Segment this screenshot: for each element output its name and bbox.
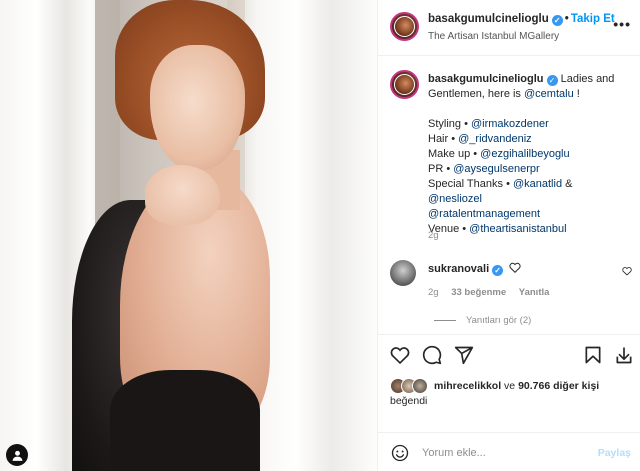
user-tags-icon[interactable] — [6, 444, 28, 466]
post-comment-button[interactable]: Paylaş — [598, 447, 631, 459]
comment-user-line: sukranovali ✓ — [428, 262, 521, 276]
reply-button[interactable]: Yanıtla — [519, 287, 550, 298]
dress-lower — [110, 370, 260, 471]
mention-link[interactable]: @ratalentmanagement — [428, 208, 540, 220]
likes-suffix: beğendi — [390, 395, 428, 407]
likes-count[interactable]: 90.766 diğer kişi — [518, 380, 599, 392]
credit-line: Styling • @irmakozdener — [428, 118, 549, 130]
special-thanks-line: Special Thanks • @kanatlid & @nesliozel — [428, 178, 573, 205]
verified-icon: ✓ — [492, 265, 504, 276]
view-replies-button[interactable]: Yanıtları gör (2) — [434, 315, 531, 326]
comment-bar: Paylaş — [378, 432, 640, 471]
caption-text-end: ! — [576, 88, 580, 100]
location[interactable]: The Artisan Istanbul MGallery — [428, 31, 559, 42]
mention-link[interactable]: @_ridvandeniz — [458, 133, 532, 145]
venue-line: Venue • @theartisanistanbul — [428, 223, 567, 235]
comment-like-icon[interactable] — [622, 266, 632, 276]
comment-username[interactable]: sukranovali — [428, 263, 489, 275]
comment-meta: 2g 33 beğenme Yanıtla — [428, 287, 559, 298]
view-replies-label: Yanıtları gör (2) — [466, 315, 532, 326]
likes-summary: mihrecelikkol ve 90.766 diğer kişi beğen… — [390, 376, 635, 408]
save-icon[interactable] — [583, 345, 603, 365]
likes-text: mihrecelikkol ve 90.766 diğer kişi beğen… — [390, 379, 634, 407]
credit-line: Make up • @ezgihalilbeyoglu — [428, 148, 570, 160]
caption: basakgumulcinelioglu ✓ Ladies and Gentlem… — [428, 72, 628, 237]
comment-avatar[interactable] — [390, 260, 416, 286]
share-icon[interactable] — [454, 345, 474, 365]
hand — [145, 165, 220, 225]
face — [150, 45, 245, 170]
post-sidebar: basakgumulcinelioglu ✓ • Takip Et The Artis… — [377, 0, 640, 471]
liker-avatar[interactable] — [412, 378, 428, 394]
comment-likes[interactable]: 33 beğenme — [451, 287, 506, 298]
post-photo[interactable] — [0, 0, 377, 471]
comment-time[interactable]: 2g — [428, 287, 439, 298]
follow-button[interactable]: Takip Et — [571, 13, 615, 25]
separator-dot: • — [564, 13, 569, 25]
header-user-line: basakgumulcinelioglu ✓ • Takip Et — [428, 13, 615, 26]
divider — [434, 320, 456, 321]
verified-icon: ✓ — [546, 75, 558, 86]
heart-icon — [509, 262, 521, 273]
download-icon[interactable] — [614, 345, 634, 365]
action-bar — [378, 334, 640, 374]
comment-icon[interactable] — [422, 345, 442, 365]
likes-connector: ve — [504, 380, 516, 392]
verified-icon: ✓ — [551, 15, 563, 26]
avatar[interactable] — [390, 12, 419, 41]
mention-link[interactable]: @aysegulsenerpr — [453, 163, 539, 175]
emoji-icon[interactable] — [391, 444, 409, 462]
heart-icon[interactable] — [390, 345, 410, 365]
mention-link[interactable]: @cemtalu — [524, 88, 574, 100]
liker-username[interactable]: mihrecelikkol — [434, 380, 501, 392]
mention-link[interactable]: @ezgihalilbeyoglu — [480, 148, 569, 160]
special-thanks-line-2: @ratalentmanagement — [428, 207, 628, 222]
post-header: basakgumulcinelioglu ✓ • Takip Et The Artis… — [378, 0, 640, 56]
header-username[interactable]: basakgumulcinelioglu — [428, 13, 549, 25]
mention-link[interactable]: @irmakozdener — [471, 118, 549, 130]
mention-link[interactable]: @kanatlid — [513, 178, 562, 190]
comment-input[interactable] — [422, 444, 592, 462]
mention-link[interactable]: @nesliozel — [428, 193, 482, 205]
more-icon[interactable]: ••• — [613, 16, 631, 32]
credit-line: Hair • @_ridvandeniz — [428, 133, 532, 145]
caption-username[interactable]: basakgumulcinelioglu — [428, 73, 544, 85]
caption-time[interactable]: 2g — [428, 230, 439, 241]
credit-line: PR • @aysegulsenerpr — [428, 163, 540, 175]
mention-link[interactable]: @theartisanistanbul — [469, 223, 566, 235]
caption-avatar[interactable] — [390, 70, 419, 99]
